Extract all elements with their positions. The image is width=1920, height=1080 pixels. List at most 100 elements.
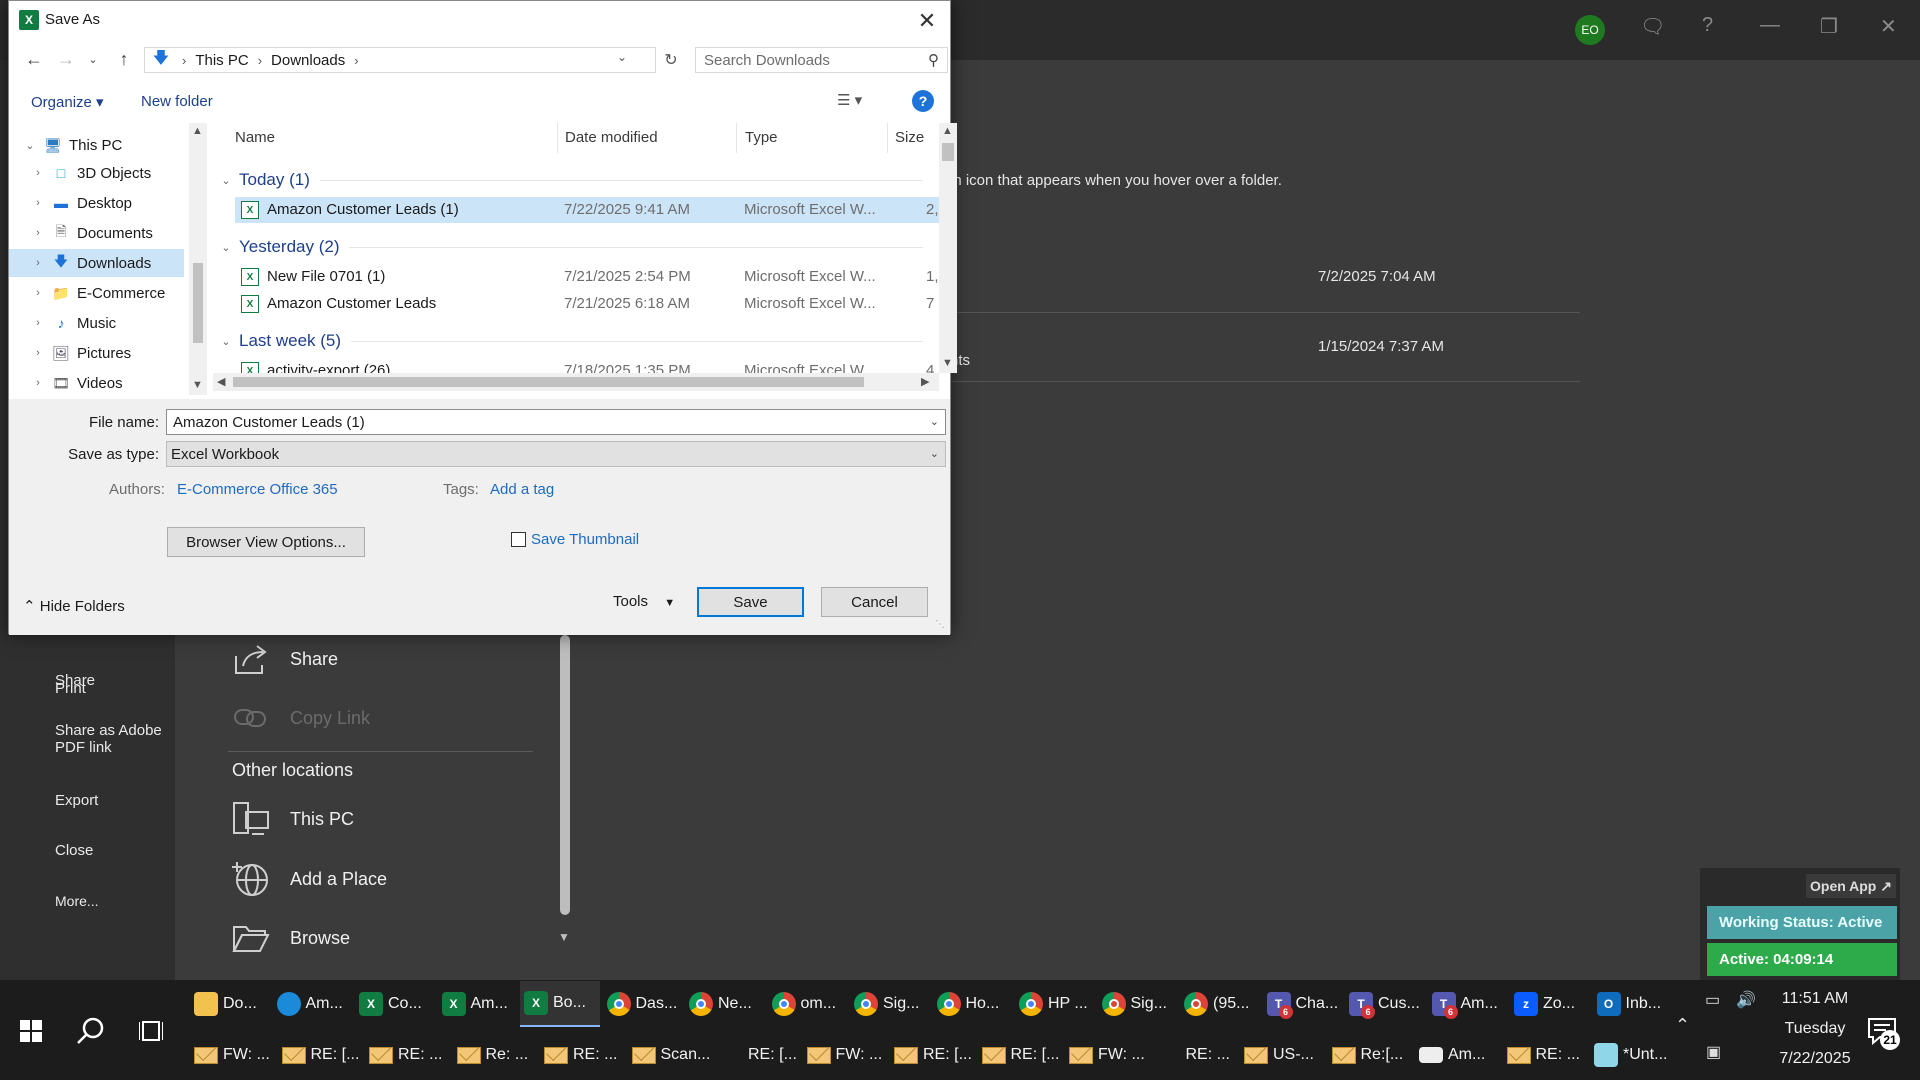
breadcrumb-this-pc[interactable]: This PC <box>195 52 248 69</box>
menu-share-adobe[interactable]: Share as Adobe PDF link <box>55 722 170 756</box>
nav-item-downloads[interactable]: › 🡇 Downloads <box>9 249 184 277</box>
taskbar-app-button[interactable]: X Am... <box>438 981 518 1027</box>
scroll-up-icon[interactable]: ▲ <box>192 125 203 137</box>
taskbar-window-button[interactable]: RE: [... <box>715 1032 799 1078</box>
scroll-up-icon[interactable]: ▲ <box>942 125 953 137</box>
save-button[interactable]: Save <box>697 587 804 617</box>
taskbar-window-button[interactable]: RE: ... <box>365 1032 449 1078</box>
taskbar-window-button[interactable]: RE: [... <box>978 1032 1062 1078</box>
chevron-right-icon[interactable]: › <box>31 287 45 299</box>
this-pc-location[interactable]: This PC <box>232 800 354 838</box>
taskbar-window-button[interactable]: RE: [... <box>278 1032 362 1078</box>
menu-more[interactable]: More... <box>55 893 99 909</box>
battery-icon[interactable]: ▭ <box>1705 990 1720 1010</box>
scroll-thumb[interactable] <box>193 263 203 343</box>
share-location[interactable]: Share <box>232 640 338 678</box>
feedback-icon[interactable]: 🗨 <box>1640 14 1665 39</box>
taskbar-window-button[interactable]: Scan... <box>628 1032 712 1078</box>
taskbar-app-button[interactable]: T 6 Cus... <box>1345 981 1425 1027</box>
chevron-right-icon[interactable]: › <box>31 227 45 239</box>
nav-item-this-pc[interactable]: ⌄ 🖥 This PC <box>9 131 184 159</box>
chevron-up-icon[interactable]: ⌃ <box>1675 1015 1690 1036</box>
resize-grip-icon[interactable]: ⋱ <box>935 619 945 630</box>
chevron-right-icon[interactable]: › <box>31 347 45 359</box>
cancel-button[interactable]: Cancel <box>821 587 928 617</box>
column-divider[interactable] <box>736 123 737 153</box>
authors-value[interactable]: E-Commerce Office 365 <box>177 481 338 498</box>
chevron-right-icon[interactable]: › <box>31 257 45 269</box>
file-row[interactable]: X New File 0701 (1) 7/21/2025 2:54 PM Mi… <box>235 264 940 290</box>
taskbar-app-button[interactable]: z Zo... <box>1510 981 1590 1027</box>
minimize-icon[interactable]: — <box>1760 14 1780 37</box>
task-view-button[interactable] <box>130 1010 172 1052</box>
scroll-down-icon[interactable]: ▼ <box>558 930 570 944</box>
dialog-title-bar[interactable]: X Save As ✕ <box>9 1 950 39</box>
taskbar-window-button[interactable]: Am... <box>1415 1032 1499 1078</box>
scrollbar[interactable] <box>560 635 570 915</box>
taskbar-window-button[interactable]: US-... <box>1240 1032 1324 1078</box>
save-type-select[interactable]: Excel Workbook ⌄ <box>166 441 946 467</box>
taskbar-app-button[interactable]: Sig... <box>1098 981 1178 1027</box>
scroll-thumb[interactable] <box>942 143 954 161</box>
column-name[interactable]: Name <box>235 129 275 146</box>
column-date-modified[interactable]: Date modified <box>565 129 658 146</box>
file-row[interactable]: X activity-export (26) 7/18/2025 1:35 PM… <box>235 358 940 373</box>
avatar[interactable]: EO <box>1575 15 1605 45</box>
taskbar-app-button[interactable]: Sig... <box>850 981 930 1027</box>
organize-button[interactable]: Organize ▾ <box>31 93 104 111</box>
chevron-right-icon[interactable]: › <box>31 197 45 209</box>
chevron-down-icon[interactable]: ⌄ <box>930 415 939 428</box>
taskbar-app-button[interactable]: T 6 Cha... <box>1263 981 1343 1027</box>
scroll-thumb[interactable] <box>233 377 864 387</box>
group-header-yesterday[interactable]: ⌄ Yesterday (2) <box>213 234 933 260</box>
taskbar-window-button[interactable]: RE: ... <box>1503 1032 1587 1078</box>
working-status-badge[interactable]: Working Status: Active <box>1707 906 1897 939</box>
taskbar-app-button[interactable]: (95... <box>1180 981 1260 1027</box>
taskbar-app-button[interactable]: O Inb... <box>1593 981 1673 1027</box>
breadcrumb-downloads[interactable]: Downloads <box>271 52 345 69</box>
clock-date[interactable]: 7/22/2025 <box>1760 1050 1870 1068</box>
chevron-down-icon[interactable]: ⌄ <box>23 139 37 152</box>
column-size[interactable]: Size <box>895 129 924 146</box>
search-icon[interactable]: ⚲ <box>928 51 939 69</box>
menu-export[interactable]: Export <box>55 792 98 809</box>
nav-item-e-commerce[interactable]: › 📁 E-Commerce <box>9 279 184 307</box>
tools-button[interactable]: Tools ▼ <box>613 593 675 610</box>
chevron-right-icon[interactable]: › <box>31 167 45 179</box>
taskbar-app-button[interactable]: om... <box>768 981 848 1027</box>
taskbar-window-button[interactable]: FW: ... <box>803 1032 887 1078</box>
forward-arrow-icon[interactable]: → <box>54 47 78 71</box>
recent-locations-chevron-icon[interactable]: ⌄ <box>81 47 105 71</box>
back-arrow-icon[interactable]: ← <box>22 47 46 71</box>
clock-time[interactable]: 11:51 AM <box>1760 990 1870 1008</box>
nav-item-music[interactable]: › ♪ Music <box>9 309 184 337</box>
taskbar-app-button[interactable]: T 6 Am... <box>1428 981 1508 1027</box>
file-name-field[interactable]: Amazon Customer Leads (1) ⌄ <box>166 409 946 435</box>
file-row[interactable]: X Amazon Customer Leads 7/21/2025 6:18 A… <box>235 291 940 317</box>
clock-day[interactable]: Tuesday <box>1760 1020 1870 1038</box>
taskbar-app-button[interactable]: X Co... <box>355 981 435 1027</box>
close-icon[interactable]: ✕ <box>909 5 945 37</box>
scroll-right-icon[interactable]: ▶ <box>921 375 929 388</box>
up-arrow-icon[interactable]: ↑ <box>112 47 136 71</box>
nav-item-documents[interactable]: › 🗎 Documents <box>9 219 184 247</box>
nav-item-desktop[interactable]: › ▬ Desktop <box>9 189 184 217</box>
tags-value[interactable]: Add a tag <box>490 481 554 498</box>
nav-scrollbar[interactable]: ▲ ▼ <box>189 123 207 395</box>
restore-icon[interactable]: ❐ <box>1820 14 1838 39</box>
network-icon[interactable]: ▣ <box>1706 1042 1721 1062</box>
file-list-vertical-scrollbar[interactable]: ▲ ▼ <box>939 123 957 373</box>
taskbar-app-button[interactable]: Do... <box>190 981 270 1027</box>
active-timer-badge[interactable]: Active: 04:09:14 <box>1707 943 1897 976</box>
taskbar-window-button[interactable]: Re:[... <box>1328 1032 1412 1078</box>
scroll-down-icon[interactable]: ▼ <box>192 379 203 391</box>
nav-item-videos[interactable]: › 🎞 Videos <box>9 369 184 397</box>
taskbar-window-button[interactable]: RE: [... <box>890 1032 974 1078</box>
taskbar-app-button[interactable]: Am... <box>273 981 353 1027</box>
save-thumbnail-checkbox[interactable] <box>511 532 526 547</box>
column-type[interactable]: Type <box>745 129 778 146</box>
taskbar-search-button[interactable] <box>70 1010 112 1052</box>
menu-close[interactable]: Close <box>55 842 93 859</box>
help-icon[interactable]: ? <box>1702 14 1713 37</box>
taskbar-window-button[interactable]: RE: ... <box>540 1032 624 1078</box>
